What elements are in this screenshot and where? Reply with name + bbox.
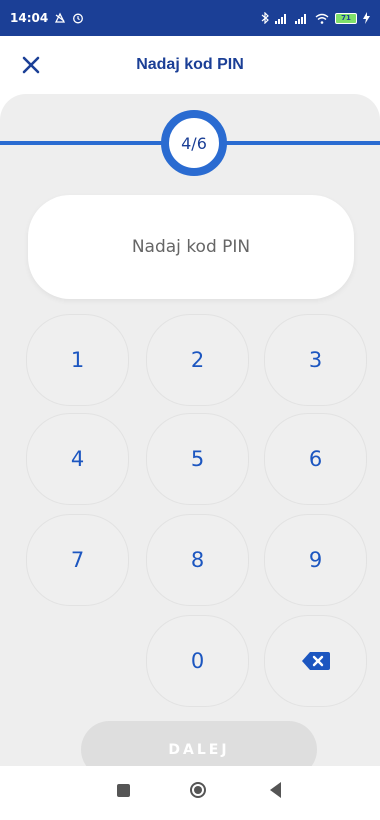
recents-icon[interactable]: [117, 784, 130, 797]
key-5[interactable]: 5: [146, 413, 249, 505]
navigation-bar: [0, 766, 380, 820]
key-9[interactable]: 9: [264, 514, 367, 606]
key-6[interactable]: 6: [264, 413, 367, 505]
close-button[interactable]: [18, 52, 44, 78]
key-label: 3: [308, 348, 323, 372]
pin-prompt: Nadaj kod PIN: [131, 237, 251, 257]
key-2[interactable]: 2: [146, 314, 249, 406]
header: Nadaj kod PIN: [0, 36, 380, 94]
content-panel: 4/6 Nadaj kod PIN 1 2 3 4 5 6 7 8 9 0 DA…: [0, 94, 380, 778]
key-label: 6: [308, 447, 323, 471]
key-label: 2: [190, 348, 205, 372]
key-label: 0: [190, 649, 205, 673]
key-8[interactable]: 8: [146, 514, 249, 606]
signal-2-icon: [295, 13, 309, 24]
backspace-button[interactable]: [264, 615, 367, 707]
status-time: 14:04: [10, 11, 49, 25]
step-label: 4/6: [181, 133, 207, 153]
notification-icon: [54, 12, 66, 24]
wifi-icon: [315, 13, 329, 24]
close-icon: [22, 56, 40, 74]
status-bar: 14:04 71: [0, 0, 380, 36]
battery-icon: 71: [335, 12, 357, 24]
home-dot: [194, 786, 202, 794]
page-title: Nadaj kod PIN: [136, 56, 244, 73]
bluetooth-icon: [261, 12, 269, 24]
key-0[interactable]: 0: [146, 615, 249, 707]
charging-icon: [363, 12, 370, 24]
progress-line-left: [0, 141, 163, 145]
signal-icon: [275, 13, 289, 24]
key-4[interactable]: 4: [26, 413, 129, 505]
status-bar-right: 71: [261, 12, 370, 24]
key-label: 4: [70, 447, 85, 471]
alarm-icon: [72, 12, 84, 24]
backspace-icon: [301, 652, 330, 670]
pin-display: Nadaj kod PIN: [28, 195, 354, 299]
key-1[interactable]: 1: [26, 314, 129, 406]
key-label: 1: [70, 348, 85, 372]
back-icon[interactable]: [270, 782, 281, 798]
key-label: 7: [70, 548, 85, 572]
progress-line-right: [226, 141, 380, 145]
home-icon[interactable]: [190, 782, 206, 798]
key-3[interactable]: 3: [264, 314, 367, 406]
key-label: 8: [190, 548, 205, 572]
step-indicator: 4/6: [161, 110, 227, 176]
key-7[interactable]: 7: [26, 514, 129, 606]
status-bar-left: 14:04: [10, 11, 84, 25]
key-label: 5: [190, 447, 205, 471]
key-label: 9: [308, 548, 323, 572]
